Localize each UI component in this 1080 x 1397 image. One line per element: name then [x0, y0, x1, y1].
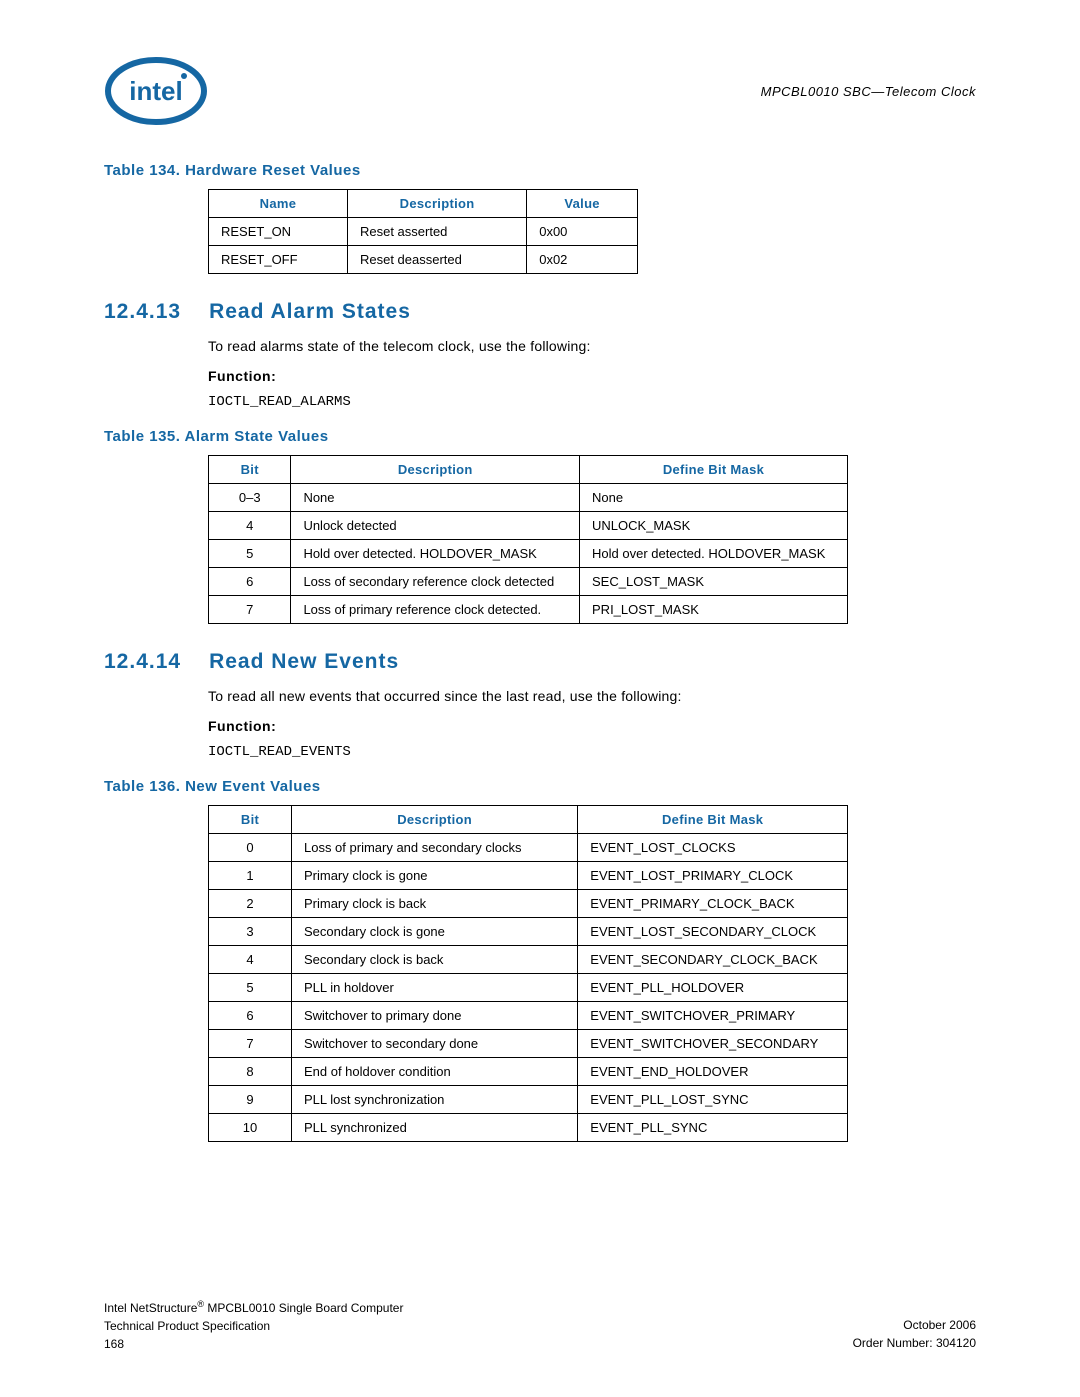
table-row: RESET_OFF Reset deasserted 0x02 [209, 246, 638, 274]
section-14-body: To read all new events that occurred sin… [208, 688, 976, 704]
table-row: 10PLL synchronizedEVENT_PLL_SYNC [209, 1114, 848, 1142]
table-135-caption: Table 135. Alarm State Values [104, 428, 976, 445]
table-row: RESET_ON Reset asserted 0x00 [209, 218, 638, 246]
table-row: 3Secondary clock is goneEVENT_LOST_SECON… [209, 918, 848, 946]
section-number: 12.4.14 [104, 650, 181, 674]
footer-page-number: 168 [104, 1335, 403, 1353]
footer-product-a: Intel NetStructure [104, 1301, 197, 1315]
table-row: 4Secondary clock is backEVENT_SECONDARY_… [209, 946, 848, 974]
table-134-h2: Value [527, 190, 638, 218]
table-row: 4Unlock detectedUNLOCK_MASK [209, 512, 848, 540]
table-136-h0: Bit [209, 806, 292, 834]
footer-order-number: Order Number: 304120 [853, 1334, 976, 1352]
footer-left: Intel NetStructure® MPCBL0010 Single Boa… [104, 1298, 403, 1353]
table-row: 0Loss of primary and secondary clocksEVE… [209, 834, 848, 862]
function-code: IOCTL_READ_ALARMS [208, 394, 976, 410]
section-12-4-14-heading: 12.4.14 Read New Events [104, 650, 976, 674]
table-row: 6Switchover to primary doneEVENT_SWITCHO… [209, 1002, 848, 1030]
table-row: 0–3NoneNone [209, 484, 848, 512]
footer-right: October 2006 Order Number: 304120 [853, 1298, 976, 1353]
footer-product-b: MPCBL0010 Single Board Computer [204, 1301, 403, 1315]
table-row: 5Hold over detected. HOLDOVER_MASKHold o… [209, 540, 848, 568]
table-row: 2Primary clock is backEVENT_PRIMARY_CLOC… [209, 890, 848, 918]
table-row: 8End of holdover conditionEVENT_END_HOLD… [209, 1058, 848, 1086]
function-label: Function: [208, 718, 976, 734]
table-136-caption: Table 136. New Event Values [104, 778, 976, 795]
table-row: 7Switchover to secondary doneEVENT_SWITC… [209, 1030, 848, 1058]
table-135-h2: Define Bit Mask [580, 456, 848, 484]
table-row: 7Loss of primary reference clock detecte… [209, 596, 848, 624]
table-135: Bit Description Define Bit Mask 0–3NoneN… [208, 455, 848, 624]
intel-logo: intel [104, 56, 208, 126]
table-134-caption: Table 134. Hardware Reset Values [104, 162, 976, 179]
table-136: Bit Description Define Bit Mask 0Loss of… [208, 805, 848, 1142]
section-title: Read New Events [209, 650, 399, 674]
footer-spec: Technical Product Specification [104, 1317, 403, 1335]
table-135-h0: Bit [209, 456, 291, 484]
table-row: 9PLL lost synchronizationEVENT_PLL_LOST_… [209, 1086, 848, 1114]
page-header: intel MPCBL0010 SBC—Telecom Clock [104, 56, 976, 126]
table-134-h1: Description [347, 190, 526, 218]
table-135-h1: Description [291, 456, 580, 484]
table-row: 6Loss of secondary reference clock detec… [209, 568, 848, 596]
footer-date: October 2006 [853, 1316, 976, 1334]
table-134-h0: Name [209, 190, 348, 218]
table-row: 5PLL in holdoverEVENT_PLL_HOLDOVER [209, 974, 848, 1002]
table-136-h1: Description [291, 806, 577, 834]
section-12-4-13-heading: 12.4.13 Read Alarm States [104, 300, 976, 324]
function-label: Function: [208, 368, 976, 384]
table-136-h2: Define Bit Mask [578, 806, 848, 834]
section-13-body: To read alarms state of the telecom cloc… [208, 338, 976, 354]
table-134: Name Description Value RESET_ON Reset as… [208, 189, 638, 274]
page-footer: Intel NetStructure® MPCBL0010 Single Boa… [104, 1298, 976, 1353]
function-code: IOCTL_READ_EVENTS [208, 744, 976, 760]
table-row: 1Primary clock is goneEVENT_LOST_PRIMARY… [209, 862, 848, 890]
section-number: 12.4.13 [104, 300, 181, 324]
header-doc-title: MPCBL0010 SBC—Telecom Clock [761, 84, 976, 99]
svg-text:intel: intel [129, 76, 182, 106]
section-title: Read Alarm States [209, 300, 411, 324]
